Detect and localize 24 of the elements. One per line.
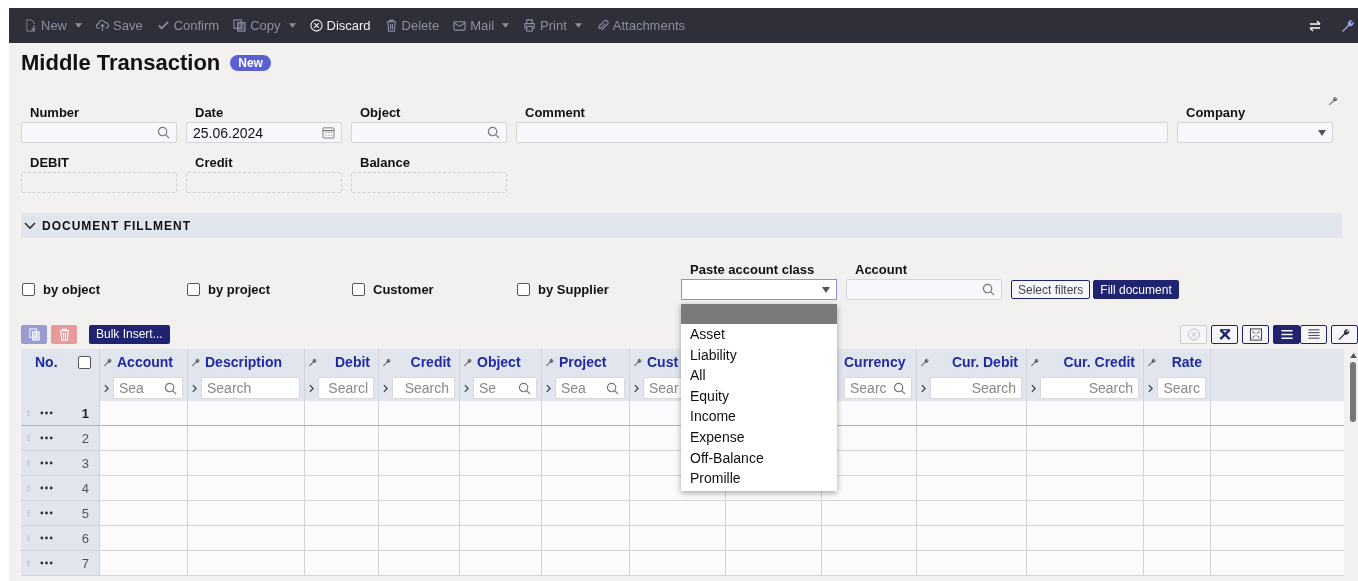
row-number: 3 [81,455,89,471]
row-number: 2 [81,430,89,446]
page-title: Middle Transaction [21,50,221,76]
field-label: Paste account class [689,261,816,279]
field-label: Company [1185,104,1247,122]
checkbox-label: by object [43,282,101,297]
checkbox-label: by project [208,282,271,297]
field-label: Object [359,104,402,122]
row-number: 5 [81,505,89,521]
status-badge: New [230,55,271,71]
section-title: DOCUMENT FILLMENT [42,218,191,233]
field-label: Date [194,104,225,122]
row-number: 7 [81,555,89,571]
field-label: DEBIT [29,154,70,172]
field-label: Credit [194,154,234,172]
checkbox-label: by Supplier [538,282,609,297]
row-number: 4 [81,480,89,496]
row-number: 1 [81,405,89,421]
field-label: Account [854,261,908,279]
row-number: 6 [81,530,89,546]
field-label: Balance [359,154,411,172]
field-label: Number [29,104,81,122]
checkbox-label: Customer [373,282,434,297]
field-label: Comment [524,104,586,122]
